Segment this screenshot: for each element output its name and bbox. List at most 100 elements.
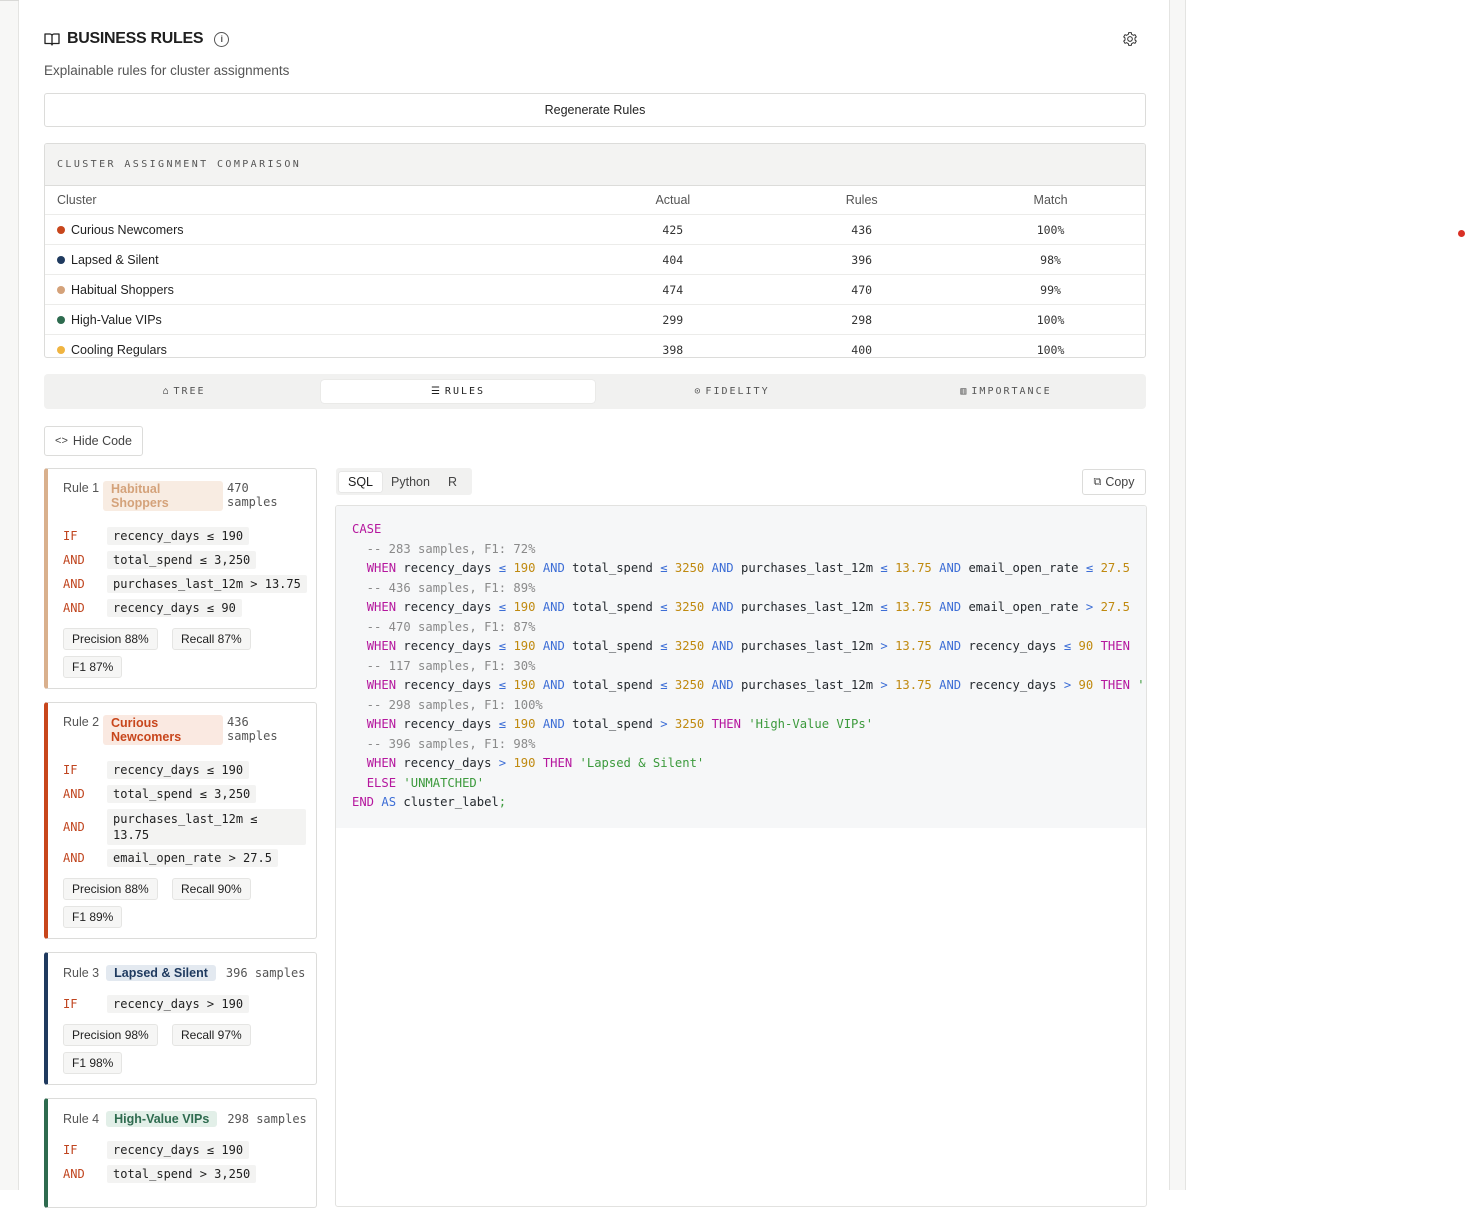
col-rules: Rules: [845, 193, 878, 207]
table-header-row: Cluster Actual Rules Match: [45, 186, 1145, 214]
recall-badge: Recall 90%: [172, 878, 251, 900]
rule-condition: AND purchases_last_12m ≤ 13.75: [63, 809, 306, 845]
rule-label: Rule 2: [63, 715, 100, 729]
copy-button[interactable]: ⧉ Copy: [1082, 469, 1146, 495]
match-percent: 98%: [1040, 252, 1061, 267]
actual-count: 425: [662, 222, 684, 237]
table-row: Curious Newcomers 425 436 100%: [45, 214, 1145, 244]
recall-badge: Recall 97%: [172, 1024, 251, 1046]
cluster-name: Habitual Shoppers: [71, 282, 174, 297]
cluster-comparison-table: CLUSTER ASSIGNMENT COMPARISON Cluster Ac…: [44, 143, 1146, 358]
table-row: Habitual Shoppers 474 470 99%: [45, 274, 1145, 304]
rule-card[interactable]: Rule 1 Habitual Shoppers 470 samples IF r…: [44, 468, 317, 689]
rule-header: Rule 4 High-Value VIPs 298 samples: [63, 1111, 308, 1127]
col-match: Match: [1033, 193, 1068, 207]
list-icon: ☰: [430, 386, 440, 397]
rule-label: Rule 1: [63, 481, 100, 495]
rule-condition: AND total_spend > 3,250: [63, 1165, 257, 1183]
match-percent: 100%: [1036, 222, 1065, 237]
rule-label: Rule 3: [63, 966, 100, 980]
rule-header: Rule 3 Lapsed & Silent 396 samples: [63, 965, 308, 981]
table-row: High-Value VIPs 299 298 100%: [45, 304, 1145, 334]
recall-badge: Recall 87%: [172, 628, 251, 650]
col-cluster: Cluster: [57, 193, 97, 207]
cluster-name: Lapsed & Silent: [71, 252, 159, 267]
rules-count: 436: [851, 222, 873, 237]
sql-code: CASE -- 283 samples, F1: 72% WHEN recenc…: [352, 522, 1145, 809]
actual-count: 398: [662, 342, 684, 357]
f1-badge: F1 89%: [63, 906, 123, 928]
precision-badge: Precision 88%: [63, 878, 158, 900]
rule-card[interactable]: Rule 4 High-Value VIPs 298 samples IF rec…: [44, 1098, 317, 1208]
rule-condition: AND email_open_rate > 27.5: [63, 849, 278, 867]
cluster-name: High-Value VIPs: [71, 312, 162, 327]
bar-chart-icon: ▥: [960, 386, 967, 397]
view-tabs: ⌂ TREE ☰ RULES ⊙ FIDELITY ▥ IMPORTANCE: [44, 374, 1146, 409]
actual-count: 404: [662, 252, 684, 267]
rule-card[interactable]: Rule 2 Curious Newcomers 436 samples IF r…: [44, 702, 317, 939]
info-icon[interactable]: i: [214, 31, 230, 47]
cluster-badge: Lapsed & Silent: [106, 965, 216, 981]
code-icon: <>: [55, 435, 68, 447]
rule-condition: AND purchases_last_12m > 13.75: [63, 575, 307, 593]
cluster-color-dot: [57, 315, 65, 324]
rule-condition: IF recency_days > 190: [63, 995, 250, 1013]
rules-count: 400: [851, 342, 873, 357]
table-row: Lapsed & Silent 404 396 98%: [45, 244, 1145, 274]
tab-tree[interactable]: ⌂ TREE: [47, 380, 321, 403]
cluster-name: Curious Newcomers: [71, 222, 184, 237]
rule-header: Rule 2 Curious Newcomers 436 samples: [63, 715, 308, 745]
code-block[interactable]: CASE -- 283 samples, F1: 72% WHEN recenc…: [335, 505, 1147, 1207]
col-actual: Actual: [655, 193, 691, 207]
sample-count: 470 samples: [227, 481, 278, 509]
tab-importance[interactable]: ▥ IMPORTANCE: [869, 380, 1143, 403]
tab-sql[interactable]: SQL: [339, 471, 383, 492]
actual-count: 299: [662, 312, 684, 327]
cluster-color-dot: [57, 225, 65, 234]
precision-badge: Precision 88%: [63, 628, 158, 650]
book-icon: [44, 33, 60, 46]
left-rail: [0, 0, 19, 1190]
rule-label: Rule 4: [63, 1112, 100, 1126]
actual-count: 474: [662, 282, 684, 297]
rule-header: Rule 1 Habitual Shoppers 470 samples: [63, 481, 308, 511]
rule-condition: IF recency_days ≤ 190: [63, 527, 250, 545]
f1-badge: F1 98%: [63, 1052, 123, 1074]
match-percent: 100%: [1036, 312, 1065, 327]
sample-count: 436 samples: [227, 715, 278, 743]
status-dot: [1458, 230, 1465, 237]
rule-condition: AND total_spend ≤ 3,250: [63, 785, 257, 803]
rules-count: 470: [851, 282, 873, 297]
page-subtitle: Explainable rules for cluster assignment…: [44, 63, 290, 78]
cluster-badge: Curious Newcomers: [103, 715, 223, 745]
rule-card[interactable]: Rule 3 Lapsed & Silent 396 samples IF rec…: [44, 952, 317, 1085]
rule-condition: IF recency_days ≤ 190: [63, 761, 250, 779]
right-scroll-rail[interactable]: [1170, 0, 1186, 1190]
sample-count: 298 samples: [227, 1112, 307, 1126]
tab-fidelity[interactable]: ⊙ FIDELITY: [595, 380, 869, 403]
cluster-color-dot: [57, 255, 65, 264]
match-percent: 99%: [1040, 282, 1061, 297]
rule-condition: AND total_spend ≤ 3,250: [63, 551, 257, 569]
cluster-name: Cooling Regulars: [71, 342, 167, 357]
sample-count: 396 samples: [225, 966, 306, 980]
tab-r[interactable]: R: [439, 472, 466, 492]
comparison-title: CLUSTER ASSIGNMENT COMPARISON: [45, 144, 1145, 186]
rule-condition: AND recency_days ≤ 90: [63, 599, 242, 617]
hide-code-button[interactable]: <> Hide Code: [44, 426, 143, 456]
match-percent: 100%: [1036, 342, 1065, 357]
language-tabs: SQL Python R: [336, 468, 472, 495]
precision-badge: Precision 98%: [63, 1024, 158, 1046]
cluster-color-dot: [57, 345, 65, 354]
f1-badge: F1 87%: [63, 656, 123, 678]
tab-python[interactable]: Python: [382, 472, 439, 492]
regenerate-rules-button[interactable]: Regenerate Rules: [44, 93, 1146, 127]
gear-icon[interactable]: [1122, 31, 1138, 47]
tree-icon: ⌂: [162, 386, 169, 397]
cluster-color-dot: [57, 285, 65, 294]
cluster-badge: Habitual Shoppers: [103, 481, 223, 511]
rules-count: 298: [851, 312, 873, 327]
tab-rules[interactable]: ☰ RULES: [321, 380, 595, 403]
page-title: BUSINESS RULES: [67, 30, 204, 47]
shield-check-icon: ⊙: [694, 386, 701, 397]
